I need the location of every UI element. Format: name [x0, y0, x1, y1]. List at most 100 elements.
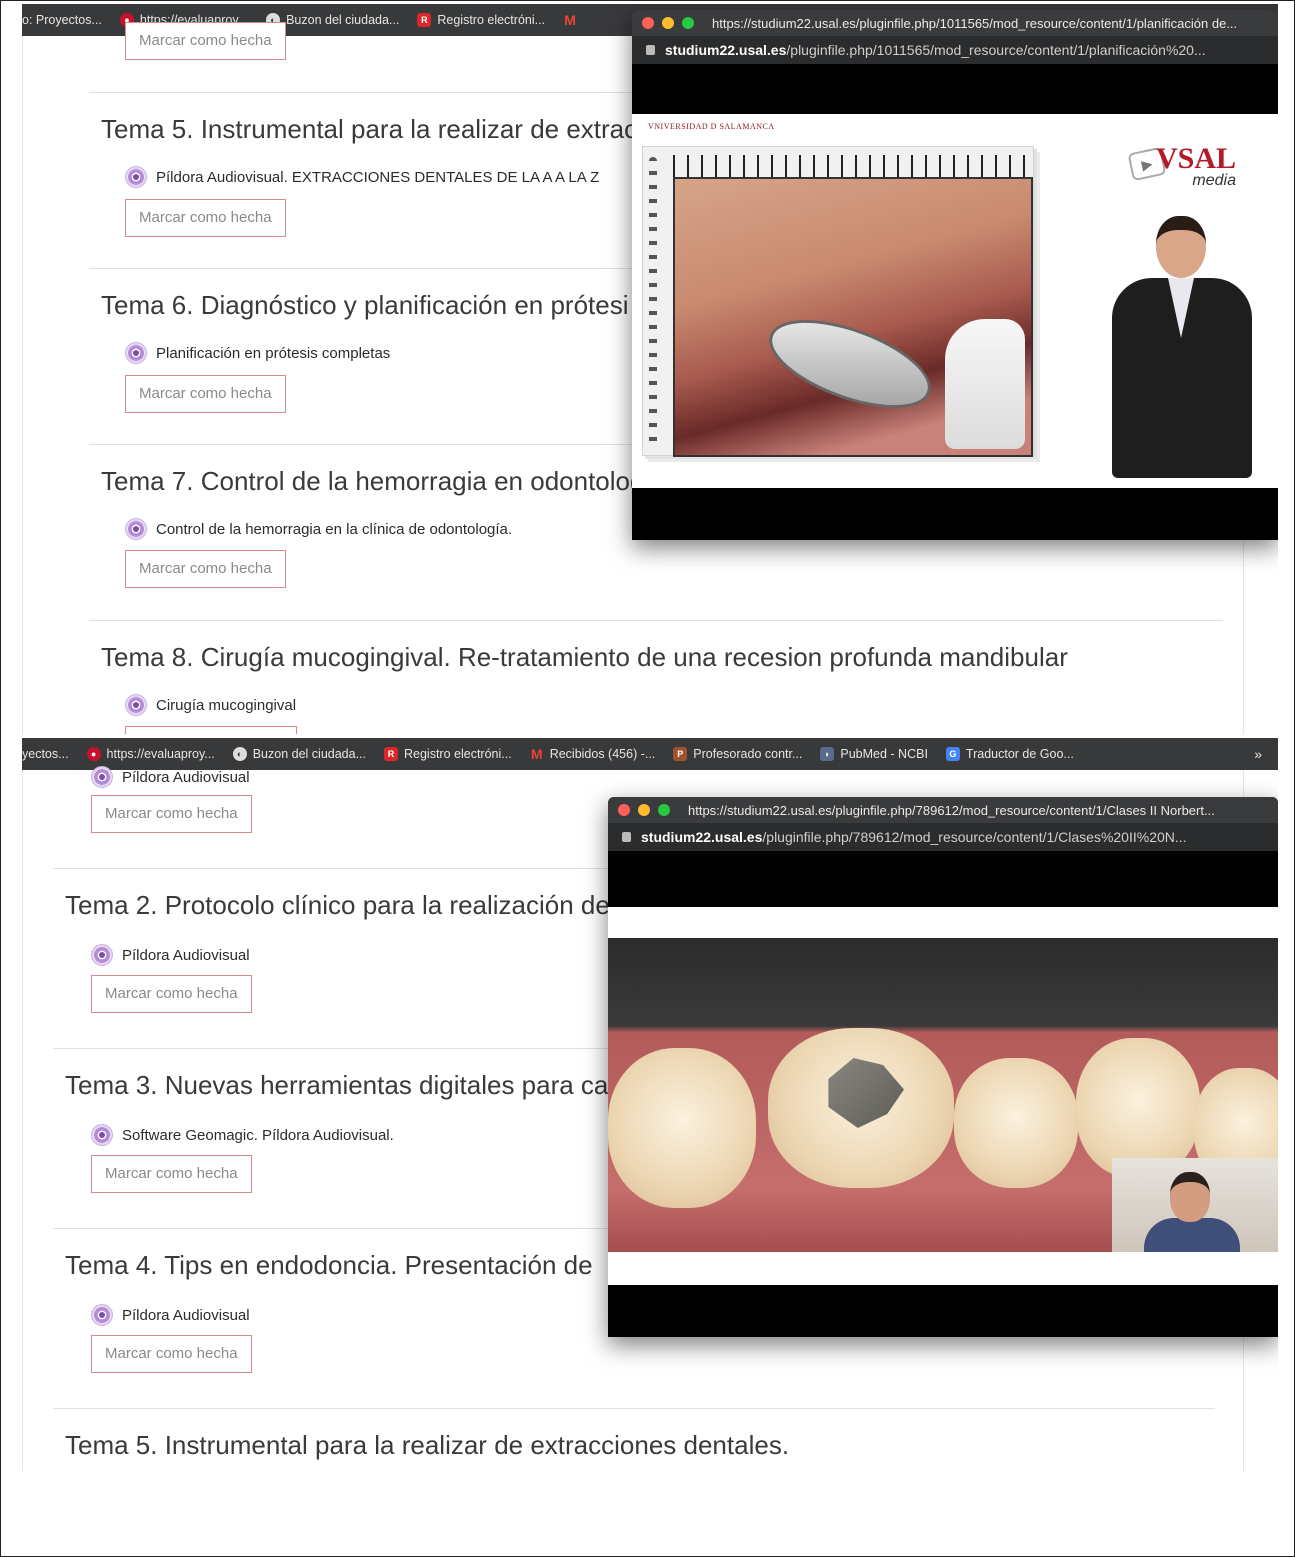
tema-title: Tema 6. Diagnóstico y planificación en p… [101, 290, 629, 320]
url-path: /pluginfile.php/1011565/mod_resource/con… [786, 42, 1206, 58]
multimedia-resource-icon [125, 518, 147, 540]
gloved-hand [945, 319, 1025, 449]
close-window-button[interactable] [618, 804, 630, 816]
resource-link[interactable]: Planificación en prótesis completas [125, 342, 390, 364]
lecturer-head [1170, 1172, 1210, 1222]
profesorado-icon: P [673, 747, 688, 761]
window-title-url: https://studium22.usal.es/pluginfile.php… [688, 802, 1215, 818]
multimedia-resource-icon [125, 342, 147, 364]
lock-icon [622, 832, 631, 842]
dental-teeth-photo [608, 938, 1278, 1252]
mark-done-button[interactable]: Marcar como hecha [125, 22, 286, 60]
molar-with-amalgam [768, 1028, 954, 1188]
bookmark-buzon[interactable]: ◐ Buzon del ciudada... [266, 13, 399, 27]
window-titlebar: https://studium22.usal.es/pluginfile.php… [632, 10, 1278, 36]
bookmark-label: Traductor de Goo... [965, 747, 1074, 761]
bookmarks-overflow-button[interactable]: » [1254, 746, 1262, 762]
molar [608, 1048, 756, 1208]
window-titlebar: https://studium22.usal.es/pluginfile.php… [608, 797, 1278, 823]
pubmed-icon: ◗ [820, 747, 835, 761]
amalgam-filling [828, 1058, 904, 1128]
dental-forceps [758, 302, 942, 426]
translate-icon: G [945, 747, 960, 761]
resource-link[interactable]: Píldora Audiovisual [91, 1304, 250, 1326]
video-frame[interactable] [608, 907, 1278, 1285]
resource-label: Píldora Audiovisual [122, 1306, 250, 1324]
ring-binding [673, 155, 1029, 177]
university-logo: VNIVERSIDAD D SALAMANCA [648, 122, 775, 131]
divider [53, 1408, 1215, 1409]
video-frame[interactable]: VNIVERSIDAD D SALAMANCA ▶ VSAL media [632, 114, 1278, 488]
popup-video-window: https://studium22.usal.es/pluginfile.php… [608, 797, 1278, 1337]
multimedia-resource-icon [125, 694, 147, 716]
multimedia-resource-icon [91, 944, 113, 966]
bookmark-evaluaproy[interactable]: ● https://evaluaproy... [86, 747, 215, 761]
usal-seal-icon: ● [86, 747, 101, 761]
bookmark-label: Registro electróni... [437, 13, 546, 27]
mark-done-button[interactable]: Marcar como hecha [91, 975, 252, 1013]
tema-title: Tema 5. Instrumental para la realizar de… [101, 114, 638, 144]
spiral-binding [649, 157, 657, 445]
resource-link[interactable]: Píldora Audiovisual [91, 766, 250, 788]
resource-label: Control de la hemorragia en la clínica d… [156, 520, 513, 538]
resource-link[interactable]: Control de la hemorragia en la clínica d… [125, 518, 512, 540]
screenshot-bottom: yectos... ● https://evaluaproy... ◐ Buzo… [22, 738, 1278, 1471]
resource-link[interactable]: Cirugía mucogingival [125, 694, 296, 716]
bookmark-gmail[interactable]: M Recibidos (456) -... [530, 746, 656, 762]
resource-link[interactable]: Software Geomagic. Píldora Audiovisual. [91, 1124, 394, 1146]
zoom-window-button[interactable] [658, 804, 670, 816]
resource-link[interactable]: Píldora Audiovisual [91, 944, 250, 966]
notebook-slide [642, 146, 1034, 457]
lecturer-body [1144, 1218, 1240, 1252]
bookmark-label: PubMed - NCBI [840, 747, 928, 761]
dental-extraction-photo [673, 177, 1033, 457]
bookmark-pubmed[interactable]: ◗ PubMed - NCBI [820, 747, 928, 761]
lecturer-webcam [1112, 1158, 1278, 1252]
resource-label: Planificación en prótesis completas [156, 344, 391, 362]
minimize-window-button[interactable] [638, 804, 650, 816]
resource-label: Píldora Audiovisual. EXTRACCIONES DENTAL… [156, 168, 600, 186]
tema-title: Tema 8. Cirugía mucogingival. Re-tratami… [101, 642, 1068, 672]
vsal-media-label: media [1192, 172, 1236, 189]
bookmark-registro[interactable]: R Registro electróni... [384, 747, 512, 761]
globe-icon: ◐ [232, 747, 247, 761]
bookmark-buzon[interactable]: ◐ Buzon del ciudada... [232, 747, 366, 761]
presenter-head [1156, 216, 1206, 278]
mark-done-button[interactable]: Marcar como hecha [125, 550, 286, 588]
registro-icon: R [384, 747, 398, 761]
bookmark-label: yectos... [22, 747, 69, 761]
premolar [1076, 1038, 1200, 1178]
resource-label: Píldora Audiovisual [122, 946, 250, 964]
address-bar[interactable]: studium22.usal.es /pluginfile.php/789612… [608, 823, 1278, 851]
mark-done-button[interactable] [125, 726, 297, 734]
close-window-button[interactable] [642, 17, 654, 29]
mark-done-button[interactable]: Marcar como hecha [91, 1155, 252, 1193]
tema-title: Tema 2. Protocolo clínico para la realiz… [65, 890, 610, 920]
bookmark-profesorado[interactable]: P Profesorado contr... [673, 747, 802, 761]
zoom-window-button[interactable] [682, 17, 694, 29]
mark-done-button[interactable]: Marcar como hecha [91, 795, 252, 833]
bookmark-proyectos[interactable]: yectos... [22, 747, 69, 761]
mark-done-button[interactable]: Marcar como hecha [125, 375, 286, 413]
url-host: studium22.usal.es [641, 829, 763, 845]
resource-link[interactable]: Píldora Audiovisual. EXTRACCIONES DENTAL… [125, 166, 599, 188]
bookmark-label: Buzon del ciudada... [286, 13, 400, 27]
mark-done-button[interactable]: Marcar como hecha [125, 199, 286, 237]
gmail-icon: M [564, 12, 576, 28]
address-bar[interactable]: studium22.usal.es /pluginfile.php/101156… [632, 36, 1278, 64]
bookmark-label: Recibidos (456) -... [549, 747, 656, 761]
multimedia-resource-icon [91, 1124, 113, 1146]
gmail-icon: M [530, 746, 543, 762]
screenshot-top: o: Proyectos... ● https://evaluaproy... … [22, 4, 1278, 734]
window-title-url: https://studium22.usal.es/pluginfile.php… [712, 15, 1238, 31]
multimedia-resource-icon [91, 766, 113, 788]
resource-label: Software Geomagic. Píldora Audiovisual. [122, 1126, 394, 1144]
bookmark-gmail[interactable]: M [563, 13, 583, 27]
resource-label: Cirugía mucogingival [156, 696, 297, 714]
bookmark-traductor[interactable]: G Traductor de Goo... [945, 747, 1074, 761]
minimize-window-button[interactable] [662, 17, 674, 29]
bookmark-registro[interactable]: R Registro electróni... [417, 13, 545, 27]
mark-done-button[interactable]: Marcar como hecha [91, 1335, 252, 1373]
bookmark-label: Profesorado contr... [693, 747, 803, 761]
bookmark-proyectos[interactable]: o: Proyectos... [22, 13, 102, 27]
